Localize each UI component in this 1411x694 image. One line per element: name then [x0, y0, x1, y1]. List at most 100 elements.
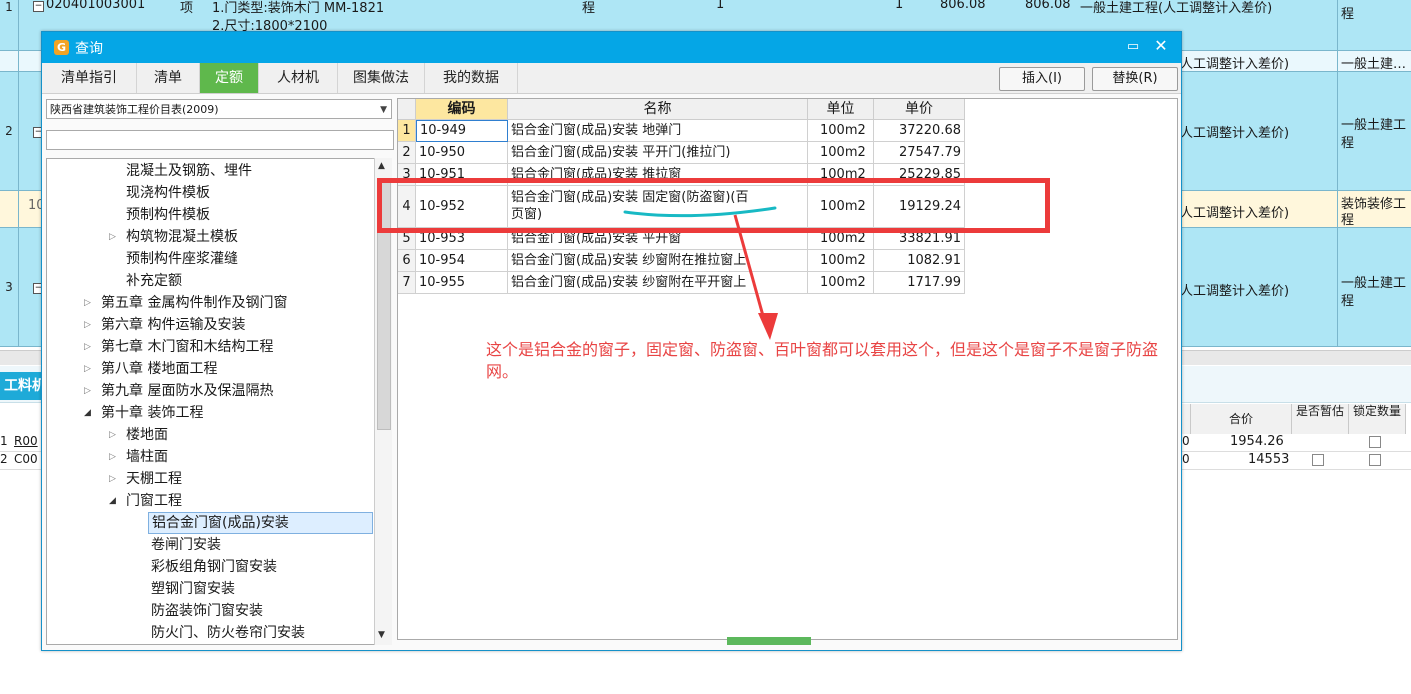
tab-list[interactable]: 清单	[137, 63, 200, 93]
expand-arrow-icon[interactable]: ▷	[84, 314, 91, 336]
tab-list-guide[interactable]: 清单指引	[42, 63, 137, 93]
quota-tree[interactable]: 混凝土及钢筋、埋件 现浇构件模板 预制构件模板 ▷ 构筑物混凝土模板 预制构件座…	[46, 158, 392, 645]
library-select[interactable]: 陕西省建筑装饰工程价目表(2009) ▼	[46, 99, 392, 119]
row-code[interactable]: 10-955	[416, 272, 508, 294]
row-code[interactable]: 10-954	[416, 250, 508, 272]
row-number: 1	[5, 0, 13, 14]
tree-node[interactable]: 第十章 装饰工程	[101, 402, 203, 424]
close-icon[interactable]: ✕	[1153, 38, 1169, 54]
row-code[interactable]: 10-950	[416, 142, 508, 164]
tree-node[interactable]: 彩板组角钢门窗安装	[151, 556, 277, 578]
tree-node[interactable]: 构筑物混凝土模板	[126, 226, 238, 248]
tree-node[interactable]: 第七章 木门窗和木结构工程	[101, 336, 273, 358]
column-header-name[interactable]: 名称	[508, 99, 808, 120]
column-divider	[1337, 0, 1338, 346]
row-remark: 人工调整计入差价)	[1180, 126, 1290, 141]
column-header-code[interactable]: 编码	[416, 99, 508, 120]
expand-arrow-icon[interactable]: ▷	[84, 358, 91, 380]
row-number: 1	[0, 434, 8, 448]
tree-node[interactable]: 防盗装饰门窗安装	[151, 600, 263, 622]
tree-node[interactable]: 塑钢门窗安装	[151, 578, 235, 600]
estimate-checkbox[interactable]	[1312, 454, 1324, 466]
row-price[interactable]: 1717.99	[874, 272, 965, 294]
collapse-icon[interactable]: −	[33, 1, 44, 12]
row-tail: 程	[1341, 7, 1355, 22]
tree-node[interactable]: 补充定额	[126, 270, 182, 292]
tab-quota[interactable]: 定额	[200, 63, 259, 93]
tree-node[interactable]: 预制构件模板	[126, 204, 210, 226]
expand-arrow-icon[interactable]: ▷	[109, 446, 116, 468]
expand-arrow-icon[interactable]: ▷	[84, 380, 91, 402]
row-unit[interactable]: 100m2	[808, 272, 874, 294]
tab-resources[interactable]: 人材机	[259, 63, 338, 93]
expand-arrow-icon[interactable]: ▷	[84, 336, 91, 358]
row-number[interactable]: 6	[398, 250, 416, 272]
row-number[interactable]: 2	[398, 142, 416, 164]
scroll-up-icon[interactable]: ▲	[378, 161, 385, 171]
collapse-arrow-icon[interactable]: ◢	[109, 490, 116, 512]
tab-atlas-method[interactable]: 图集做法	[338, 63, 425, 93]
expand-arrow-icon[interactable]: ▷	[109, 226, 116, 248]
replace-button[interactable]: 替换(R)	[1092, 67, 1178, 91]
insert-button[interactable]: 插入(I)	[999, 67, 1085, 91]
row-number[interactable]: 1	[398, 120, 416, 142]
tree-node[interactable]: 卷闸门安装	[151, 534, 221, 556]
column-header-total[interactable]: 合价	[1191, 404, 1292, 435]
column-header-unit[interactable]: 单位	[808, 99, 874, 120]
expand-arrow-icon[interactable]: ▷	[109, 424, 116, 446]
column-header-lock[interactable]: 锁定数量	[1349, 404, 1406, 435]
column-header-price[interactable]: 单价	[874, 99, 965, 120]
tree-node[interactable]: 天棚工程	[126, 468, 182, 490]
row-qty2: 1	[895, 0, 904, 12]
column-header-rownum	[398, 99, 416, 120]
row-code: C00	[14, 452, 38, 466]
app-logo-icon: G	[54, 40, 69, 55]
search-input[interactable]	[46, 130, 394, 150]
row-remark: 人工调整计入差价)	[1180, 57, 1290, 72]
tree-node[interactable]: 现浇构件模板	[126, 182, 210, 204]
dialog-titlebar[interactable]: G 查询 ▭ ✕	[42, 32, 1181, 63]
maximize-icon[interactable]: ▭	[1125, 39, 1141, 55]
lock-checkbox[interactable]	[1369, 454, 1381, 466]
row-tail: 一般土建工	[1341, 276, 1407, 291]
tree-node[interactable]: 墙柱面	[126, 446, 168, 468]
row-tail: 一般土建…	[1341, 57, 1407, 72]
tree-node[interactable]: 第五章 金属构件制作及钢门窗	[101, 292, 287, 314]
tab-my-data[interactable]: 我的数据	[425, 63, 518, 93]
row-price: 806.08	[940, 0, 986, 12]
collapse-arrow-icon[interactable]: ◢	[84, 402, 91, 424]
tree-node[interactable]: 第六章 构件运输及安装	[101, 314, 245, 336]
row-unit: 程	[582, 1, 596, 16]
row-unit[interactable]: 100m2	[808, 120, 874, 142]
row-number: 3	[5, 280, 13, 294]
row-name[interactable]: 铝合金门窗(成品)安装 平开门(推拉门)	[508, 142, 808, 164]
library-select-value: 陕西省建筑装饰工程价目表(2009)	[50, 103, 219, 116]
tree-node[interactable]: 混凝土及钢筋、埋件	[126, 160, 252, 182]
tree-node-selected[interactable]: 铝合金门窗(成品)安装	[148, 512, 373, 534]
tab-materials[interactable]: 工料机	[0, 372, 46, 400]
chevron-down-icon: ▼	[380, 105, 387, 115]
row-number: 2	[5, 124, 13, 138]
tree-node[interactable]: 第九章 屋面防水及保温隔热	[101, 380, 273, 402]
column-header-estimate[interactable]: 是否暂估	[1292, 404, 1349, 435]
lock-checkbox[interactable]	[1369, 436, 1381, 448]
tree-node[interactable]: 楼地面	[126, 424, 168, 446]
expand-arrow-icon[interactable]: ▷	[84, 292, 91, 314]
grid-splitter-handle[interactable]	[727, 637, 811, 645]
row-price[interactable]: 37220.68	[874, 120, 965, 142]
tree-node[interactable]: 第八章 楼地面工程	[101, 358, 217, 380]
row-name[interactable]: 铝合金门窗(成品)安装 地弹门	[508, 120, 808, 142]
tree-node[interactable]: 防火门、防火卷帘门安装	[151, 622, 305, 644]
expand-arrow-icon[interactable]: ▷	[109, 468, 116, 490]
row-number[interactable]: 7	[398, 272, 416, 294]
row-price[interactable]: 1082.91	[874, 250, 965, 272]
tree-node[interactable]: 门窗工程	[126, 490, 182, 512]
row-unit: 0	[1182, 434, 1190, 448]
scroll-down-icon[interactable]: ▼	[378, 630, 385, 640]
row-unit[interactable]: 100m2	[808, 250, 874, 272]
annotation-arrow-line	[733, 214, 767, 324]
row-unit[interactable]: 100m2	[808, 142, 874, 164]
row-price[interactable]: 27547.79	[874, 142, 965, 164]
row-code[interactable]: 10-949	[416, 120, 508, 142]
tree-node[interactable]: 预制构件座浆灌缝	[126, 248, 238, 270]
